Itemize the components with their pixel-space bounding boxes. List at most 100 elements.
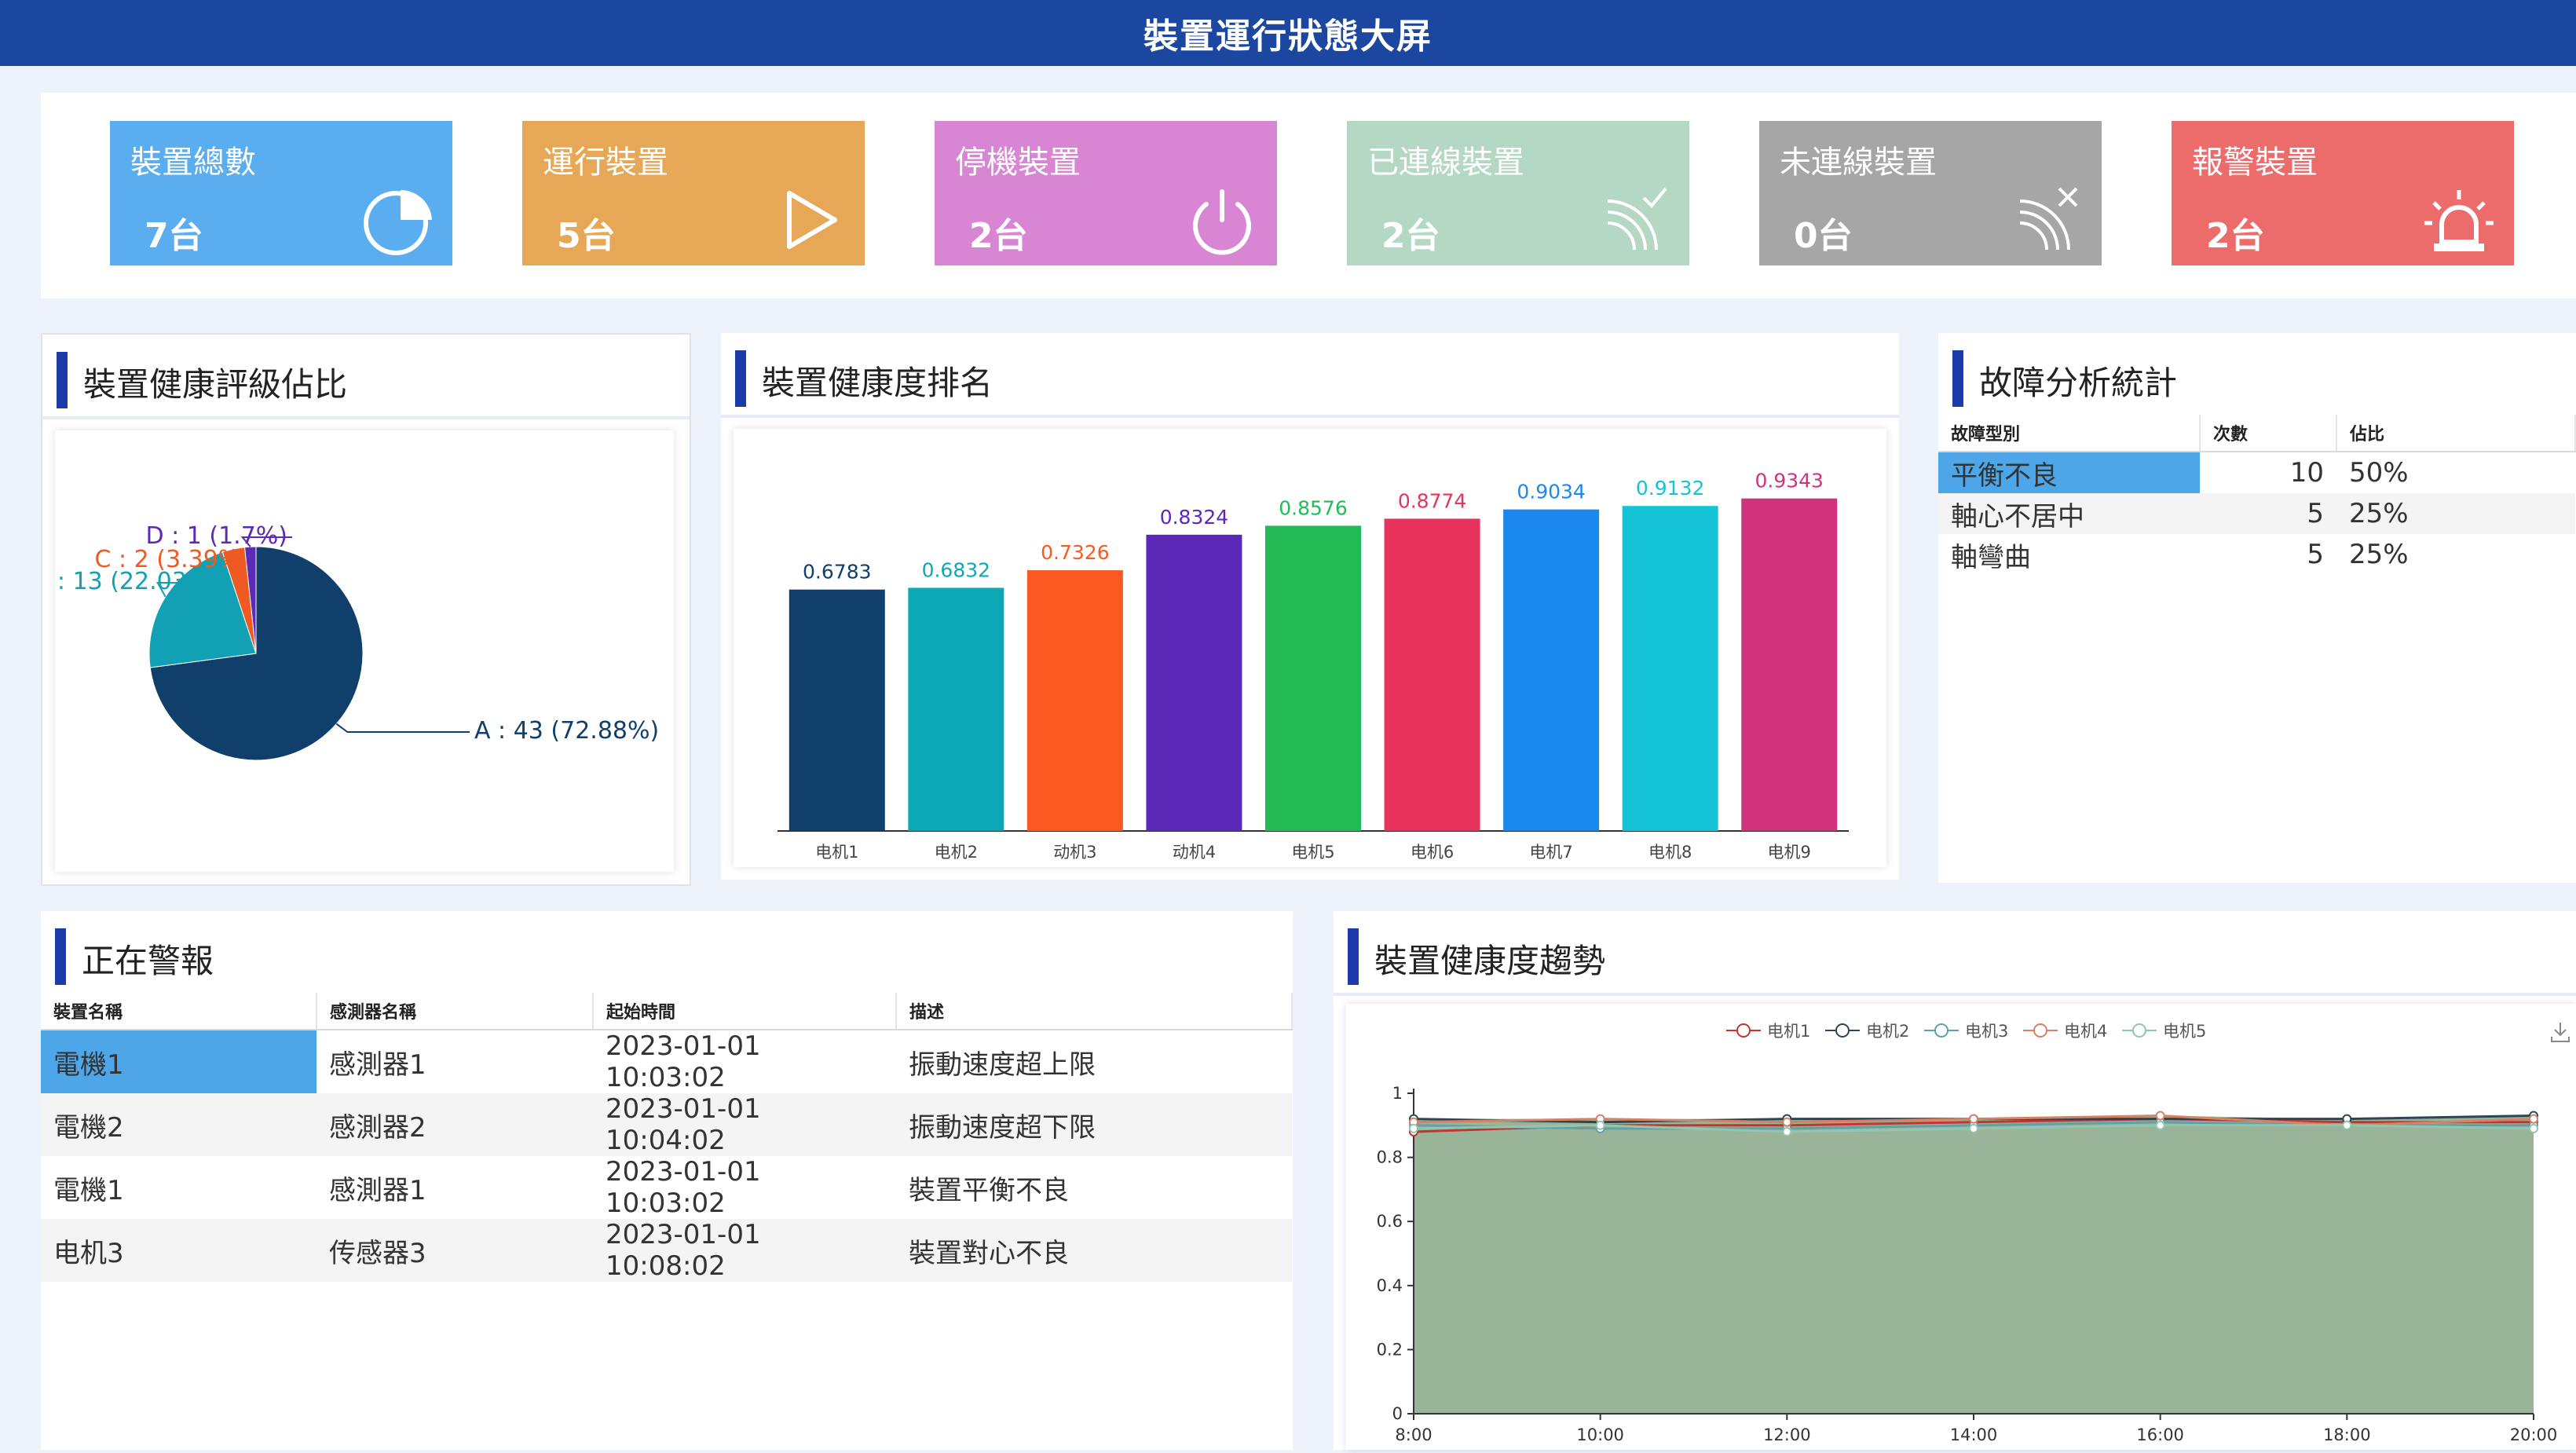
x-tick-label: 电机6 [1411, 843, 1454, 862]
x-tick-label: 20:00 [2510, 1426, 2558, 1444]
bar-chart-box: 0.6783 电机1 0.6832 电机2 0.7326 动机3 0.8324 动机4 0.85… [734, 429, 1886, 867]
legend-item[interactable]: 电机2 [1825, 1022, 1909, 1041]
bar[interactable] [1265, 525, 1361, 831]
data-point[interactable] [1969, 1123, 1978, 1133]
power-icon [1193, 189, 1251, 255]
cell: 裝置對心不良 [896, 1219, 1292, 1282]
column-header[interactable]: 故障型別 [1938, 415, 2201, 452]
data-point[interactable] [1409, 1123, 1418, 1133]
bar[interactable] [1146, 534, 1242, 831]
column-header[interactable]: 起始時間 [593, 993, 897, 1030]
stat-card-connected-devices[interactable]: 已連線裝置 2台 [1347, 121, 1689, 265]
panel-accent-bar [55, 928, 66, 985]
stat-card-stopped-devices[interactable]: 停機裝置 2台 [935, 121, 1277, 265]
panel-title: 故障分析統計 [1979, 364, 2178, 402]
stat-value: 2台 [1381, 216, 1440, 256]
bar[interactable] [1622, 506, 1718, 831]
legend-label: 电机1 [1767, 1022, 1810, 1041]
data-point[interactable] [2155, 1111, 2165, 1121]
data-point[interactable] [1782, 1117, 1792, 1127]
x-tick-label: 18:00 [2323, 1426, 2371, 1444]
legend-label: 电机2 [1866, 1022, 1909, 1041]
alarms-table: 裝置名稱 感測器名稱 起始時間 描述 電機1 感測器1 2023-01-01 1… [41, 993, 1293, 1282]
stat-card-alarm-devices[interactable]: 報警裝置 2台 [2172, 121, 2514, 265]
bar-value-label: 0.8774 [1398, 489, 1466, 512]
legend-item[interactable]: 电机3 [1924, 1022, 2008, 1041]
cell: 10 [2289, 457, 2324, 489]
stat-value: 0台 [1794, 216, 1853, 256]
x-tick-label: 8:00 [1395, 1426, 1432, 1444]
legend-label: 电机4 [2064, 1022, 2107, 1041]
bar-value-label: 0.6832 [922, 558, 990, 581]
legend-item[interactable]: 电机5 [2122, 1022, 2206, 1041]
data-point[interactable] [2342, 1120, 2352, 1130]
table-row[interactable]: 電機1 感測器1 2023-01-01 10:03:02 裝置平衡不良 [41, 1156, 1292, 1219]
cell: 2023-01-01 10:03:02 [606, 1030, 761, 1093]
column-header[interactable]: 佔比 [2336, 415, 2576, 452]
trend-area [1414, 1115, 2534, 1414]
download-icon[interactable] [2548, 1019, 2573, 1045]
table-row[interactable]: 電機2 感測器2 2023-01-01 10:04:02 振動速度超下限 [41, 1093, 1292, 1156]
data-point[interactable] [2529, 1114, 2538, 1124]
cell: 軸彎曲 [1951, 541, 2031, 573]
y-tick-label: 0.6 [1377, 1212, 1403, 1231]
bar-value-label: 0.6783 [803, 561, 871, 584]
bar[interactable] [1384, 518, 1480, 831]
table-row[interactable]: 軸彎曲 5 25% [1938, 534, 2575, 575]
stat-card-running-devices[interactable]: 運行裝置 5台 [522, 121, 865, 265]
pie-icon [364, 189, 432, 255]
bar-value-label: 0.9132 [1636, 477, 1704, 500]
alarm-icon [2424, 190, 2494, 251]
pie-label-A: A : 43 (72.88%) [474, 717, 659, 745]
health-trend-panel: 裝置健康度趨勢 电机1 电机2 电机3 电机4 电机5 0 0.2 0.4 0.6 0.8 1 8:0… [1334, 911, 2576, 1450]
stat-label: 報警裝置 [2192, 145, 2318, 181]
dashboard-title-bar: 裝置運行狀態大屏 [0, 0, 2576, 66]
column-header[interactable]: 次數 [2200, 415, 2337, 452]
column-header[interactable]: 裝置名稱 [41, 993, 317, 1030]
panel-header: 正在警報 [41, 911, 1293, 993]
panel-accent-bar [57, 352, 68, 408]
table-row[interactable]: 平衡不良 10 50% [1938, 452, 2575, 493]
cell: 感測器2 [317, 1093, 593, 1156]
data-point[interactable] [1969, 1114, 1978, 1124]
x-tick-label: 动机3 [1053, 843, 1096, 862]
bar[interactable] [1741, 498, 1838, 831]
panel-header: 裝置健康度排名 [721, 333, 1899, 418]
bar[interactable] [789, 589, 885, 831]
data-point[interactable] [2155, 1120, 2165, 1130]
bar[interactable] [1503, 509, 1600, 831]
data-point[interactable] [2529, 1123, 2538, 1133]
stat-card-total-devices[interactable]: 裝置總數 7台 [110, 121, 452, 265]
table-row[interactable]: 電機1 感測器1 2023-01-01 10:03:02 振動速度超上限 [41, 1030, 1292, 1093]
table-row[interactable]: 軸心不居中 5 25% [1938, 493, 2575, 534]
data-point[interactable] [1595, 1120, 1605, 1130]
bar-value-label: 0.7326 [1041, 541, 1109, 564]
x-tick-label: 电机9 [1768, 843, 1811, 862]
trend-chart-box: 电机1 电机2 电机3 电机4 电机5 0 0.2 0.4 0.6 0.8 1 8:00 10:00 12… [1346, 1004, 2576, 1450]
legend-item[interactable]: 电机1 [1726, 1022, 1810, 1041]
data-point[interactable] [1782, 1126, 1792, 1136]
stat-card-disconnected-devices[interactable]: 未連線裝置 0台 [1759, 121, 2102, 265]
cell: 裝置平衡不良 [909, 1174, 1069, 1206]
column-header[interactable]: 描述 [896, 993, 1293, 1030]
cell: 振動速度超下限 [896, 1093, 1292, 1156]
x-tick-label: 电机2 [935, 843, 978, 862]
cell: 50% [2349, 457, 2409, 489]
signal-connected-icon [1607, 187, 1667, 251]
stat-label: 已連線裝置 [1367, 145, 1524, 181]
column-header[interactable]: 感測器名稱 [317, 993, 594, 1030]
page-title: 裝置運行狀態大屏 [1143, 16, 1433, 57]
play-icon [787, 191, 837, 249]
bar-value-label: 0.8324 [1160, 506, 1228, 529]
cell: 振動速度超上限 [909, 1049, 1096, 1081]
panel-title: 裝置健康評級佔比 [83, 365, 348, 404]
table-row[interactable]: 电机3 传感器3 2023-01-01 10:08:02 裝置對心不良 [41, 1219, 1292, 1282]
cell: 25% [2336, 493, 2575, 534]
cell: 感測器1 [329, 1049, 426, 1081]
panel-accent-bar [1348, 928, 1359, 985]
bar[interactable] [1026, 570, 1123, 831]
fault-stats-panel: 故障分析統計 故障型別 次數 佔比 平衡不良 10 50% 軸心不居中 5 25… [1938, 333, 2576, 883]
panel-title: 裝置健康度排名 [762, 364, 993, 402]
bar[interactable] [908, 587, 1004, 831]
legend-item[interactable]: 电机4 [2023, 1022, 2107, 1041]
